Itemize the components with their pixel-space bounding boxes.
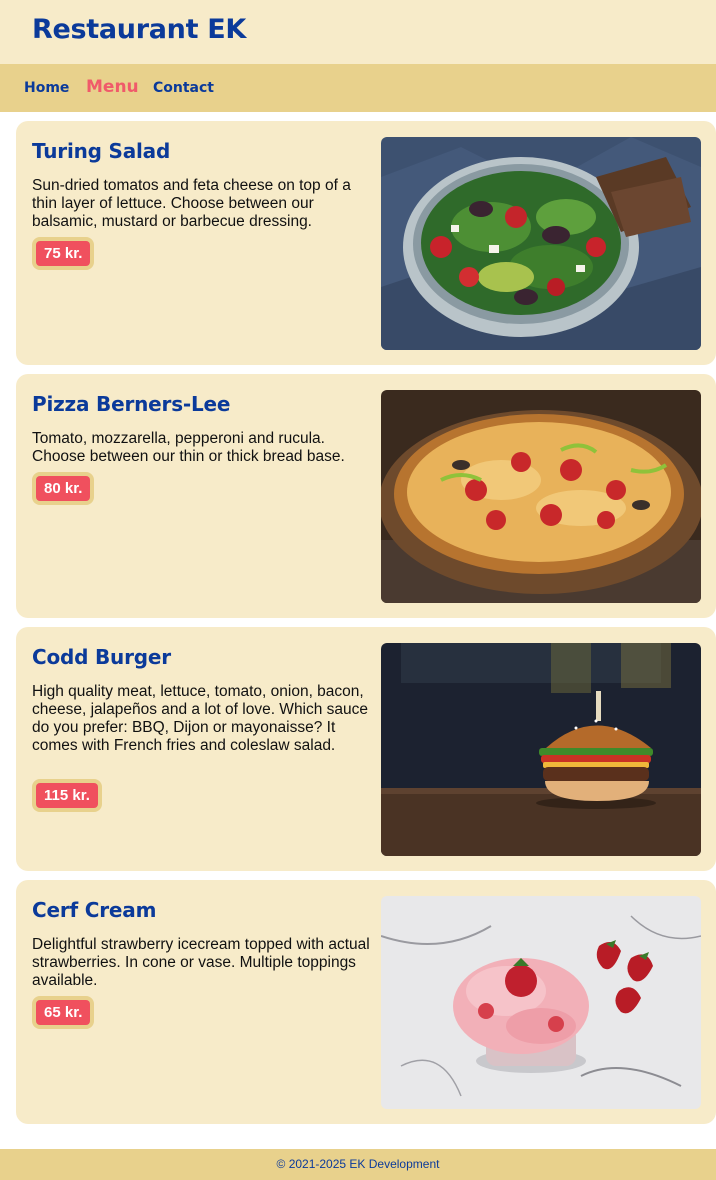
menu-item-description: High quality meat, lettuce, tomato, onio…: [32, 683, 369, 754]
menu-item-card: Cerf Cream Delightful strawberry icecrea…: [16, 880, 716, 1124]
menu-item-description: Sun-dried tomatos and feta cheese on top…: [32, 177, 351, 230]
pizza-illustration: [381, 390, 701, 603]
price-badge: 65 kr.: [32, 996, 95, 1029]
site-title: Restaurant EK: [32, 14, 247, 45]
icecream-illustration: [381, 896, 701, 1109]
menu-item-price: 115 kr.: [36, 783, 98, 808]
copyright-text: © 2021-2025 EK Development: [276, 1157, 440, 1171]
pizza-photo: [381, 390, 701, 603]
menu-item-card: Turing Salad Sun-dried tomatos and feta …: [16, 121, 716, 365]
nav-home-link[interactable]: Home: [24, 64, 69, 112]
burger-illustration: [381, 643, 701, 856]
menu-item-description: Delightful strawberry icecream topped wi…: [32, 936, 370, 989]
menu-item-price: 80 kr.: [36, 476, 91, 501]
menu-item-description: Tomato, mozzarella, pepperoni and rucula…: [32, 430, 345, 465]
salad-photo: [381, 137, 701, 350]
price-badge: 75 kr.: [32, 237, 95, 270]
menu-item-price: 75 kr.: [36, 241, 91, 266]
nav-contact-link[interactable]: Contact: [153, 64, 214, 112]
menu-item-card: Codd Burger High quality meat, lettuce, …: [16, 627, 716, 871]
price-badge: 80 kr.: [32, 472, 95, 505]
menu-item-title: Codd Burger: [32, 645, 171, 669]
burger-photo: [381, 643, 701, 856]
menu-item-title: Pizza Berners-Lee: [32, 392, 231, 416]
site-header: Restaurant EK: [0, 0, 716, 64]
site-footer: © 2021-2025 EK Development: [0, 1149, 716, 1180]
menu-item-title: Turing Salad: [32, 139, 171, 163]
main-nav: Home Menu Contact: [0, 64, 716, 112]
price-badge: 115 kr.: [32, 779, 102, 812]
menu-item-title: Cerf Cream: [32, 898, 157, 922]
menu-item-card: Pizza Berners-Lee Tomato, mozzarella, pe…: [16, 374, 716, 618]
menu-item-price: 65 kr.: [36, 1000, 91, 1025]
nav-menu-link[interactable]: Menu: [86, 64, 139, 112]
salad-illustration: [381, 137, 701, 350]
icecream-photo: [381, 896, 701, 1109]
